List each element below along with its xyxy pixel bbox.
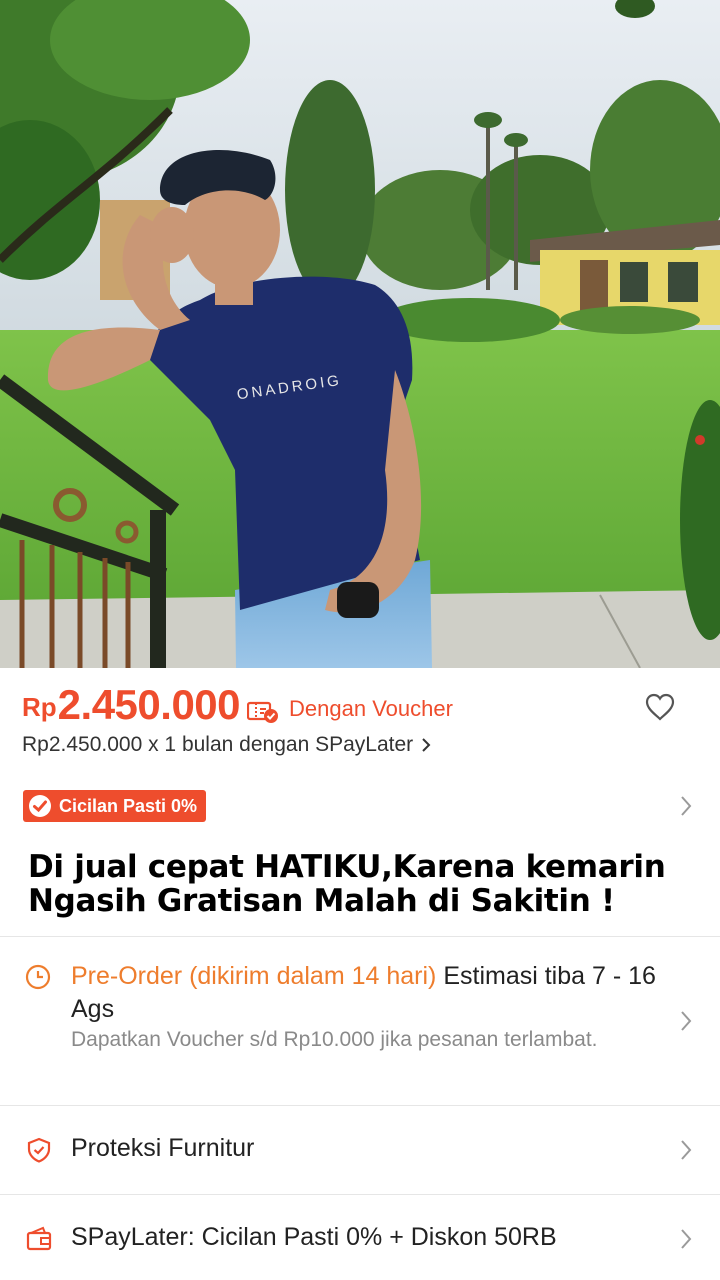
chevron-right-icon — [681, 1229, 692, 1249]
furniture-protection-row[interactable]: Proteksi Furnitur — [0, 1106, 720, 1194]
spaylater-row[interactable]: SPayLater: Cicilan Pasti 0% + Diskon 50R… — [0, 1195, 720, 1280]
product-title: Di jual cepat HATIKU,Karena kemarin Ngas… — [28, 849, 666, 919]
shipping-estimate-row[interactable]: Pre-Order (dikirim dalam 14 hari) Estima… — [0, 938, 720, 1104]
price-row: Rp 2.450.000 Dengan Voucher — [22, 678, 698, 730]
price-currency: Rp — [22, 692, 57, 722]
chevron-right-icon — [681, 796, 692, 816]
badge-check-icon — [29, 795, 51, 817]
badge-label: Cicilan Pasti 0% — [59, 795, 198, 816]
spaylater-link[interactable]: Rp2.450.000 x 1 bulan dengan SPayLater — [22, 733, 431, 757]
installment-badge: Cicilan Pasti 0% — [23, 790, 207, 822]
spaylater-text: Rp2.450.000 x 1 bulan dengan SPayLater — [22, 733, 414, 756]
voucher-label: Dengan Voucher — [289, 696, 453, 721]
spaylater-row-label: SPayLater: Cicilan Pasti 0% + Diskon 50R… — [71, 1223, 557, 1251]
heart-icon[interactable] — [644, 692, 676, 722]
wallet-icon — [26, 1226, 52, 1251]
price-amount: 2.450.000 — [57, 681, 241, 728]
voucher-icon — [247, 701, 279, 723]
installment-badge-row[interactable]: Cicilan Pasti 0% — [0, 785, 720, 827]
product-image[interactable]: ONADROIG — [0, 0, 720, 668]
divider — [0, 936, 720, 937]
preorder-label: Pre-Order (dikirim dalam 14 hari) — [71, 962, 437, 990]
shield-check-icon — [27, 1137, 51, 1163]
shipping-estimate: Pre-Order (dikirim dalam 14 hari) Estima… — [71, 960, 671, 1026]
chevron-right-icon — [681, 1011, 692, 1031]
late-voucher-note: Dapatkan Voucher s/d Rp10.000 jika pesan… — [71, 1028, 598, 1051]
chevron-right-icon — [422, 738, 431, 752]
clock-icon — [25, 964, 51, 990]
chevron-right-icon — [681, 1140, 692, 1160]
furniture-protection-label: Proteksi Furnitur — [71, 1134, 255, 1162]
